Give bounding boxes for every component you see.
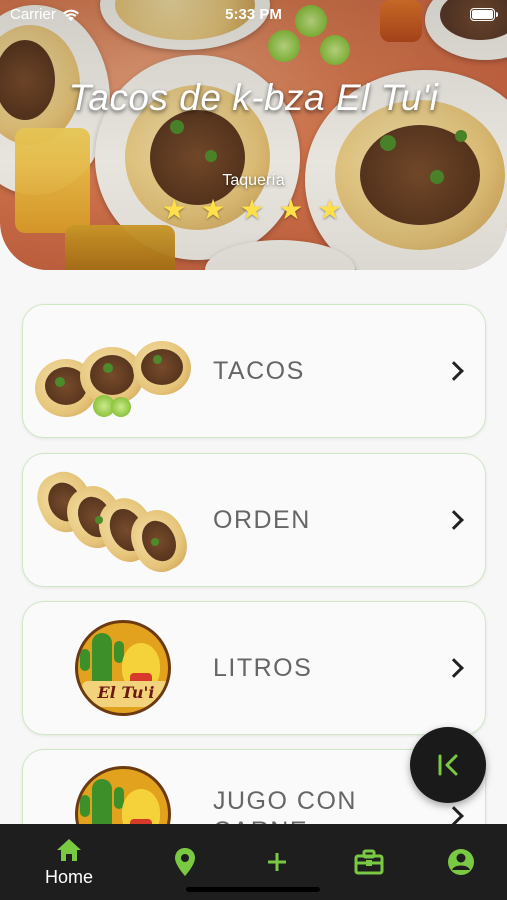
- plus-icon: [268, 853, 286, 871]
- tacos-photo: [35, 319, 195, 423]
- star-icon: ★: [161, 194, 190, 225]
- logo-text: El Tu'i: [82, 681, 168, 707]
- collapse-left-icon: [438, 754, 458, 776]
- star-icon: ★: [200, 194, 229, 225]
- orden-photo: [28, 463, 196, 581]
- chevron-right-icon: [444, 510, 464, 530]
- restaurant-title: Tacos de k-bza El Tu'i: [68, 77, 439, 118]
- menu-item-tacos[interactable]: TACOS: [22, 304, 486, 438]
- menu-item-litros[interactable]: El Tu'i LITROS: [22, 601, 486, 735]
- menu-item-label: LITROS: [213, 653, 313, 682]
- header-banner: Carrier 5:33 PM Tacos de k-bza El Tu'i T…: [0, 0, 507, 270]
- bottom-navigation-bar: Home: [0, 824, 507, 900]
- restaurant-category: Taquería: [222, 172, 285, 189]
- home-icon: [57, 838, 81, 861]
- battery-level: [472, 10, 493, 19]
- location-pin-icon: [175, 848, 195, 876]
- status-bar: Carrier 5:33 PM: [0, 0, 507, 30]
- chevron-right-icon: [444, 658, 464, 678]
- menu-item-label: ORDEN: [213, 505, 311, 534]
- star-icon: ★: [239, 194, 268, 225]
- hero-overlay: [0, 0, 507, 270]
- el-tui-logo: El Tu'i: [35, 616, 195, 720]
- nav-home[interactable]: Home: [24, 824, 114, 900]
- star-icon: ★: [278, 194, 307, 225]
- rating-stars: ★ ★ ★ ★ ★: [0, 193, 507, 226]
- nav-account[interactable]: [416, 824, 506, 900]
- collapse-fab-button[interactable]: [410, 727, 486, 803]
- account-icon: [448, 849, 474, 875]
- home-indicator: [186, 887, 320, 892]
- chevron-right-icon: [444, 806, 464, 826]
- menu-item-orden[interactable]: ORDEN: [22, 453, 486, 587]
- logo-badge: El Tu'i: [75, 620, 171, 716]
- chevron-right-icon: [444, 361, 464, 381]
- status-time: 5:33 PM: [225, 6, 282, 23]
- menu-item-label: TACOS: [213, 356, 305, 385]
- nav-orders[interactable]: [324, 824, 414, 900]
- star-icon: ★: [317, 194, 346, 225]
- battery-icon: [470, 8, 498, 21]
- nav-home-label: Home: [44, 866, 93, 887]
- briefcase-icon: [354, 849, 384, 875]
